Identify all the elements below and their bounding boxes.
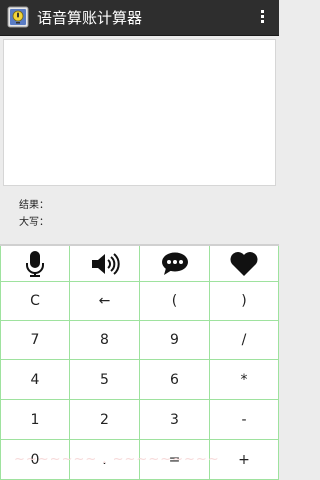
digit-6-button[interactable]: 6 <box>140 360 210 400</box>
decimal-point-button[interactable]: . <box>70 440 140 480</box>
digit-3-button[interactable]: 3 <box>140 400 210 440</box>
digit-1-button[interactable]: 1 <box>0 400 70 440</box>
microphone-icon <box>26 250 44 277</box>
plus-button[interactable]: + <box>210 440 279 480</box>
speaker-icon <box>91 252 120 275</box>
action-bar: 语音算账计算器 <box>0 0 279 36</box>
digit-4-button[interactable]: 4 <box>0 360 70 400</box>
close-paren-button[interactable]: ) <box>210 282 279 321</box>
result-label: 结果： <box>19 200 49 211</box>
calculator-app-icon[interactable] <box>7 6 29 28</box>
backspace-button[interactable]: ← <box>70 282 140 321</box>
divide-button[interactable]: / <box>210 321 279 360</box>
digit-2-button[interactable]: 2 <box>70 400 140 440</box>
uppercase-result-label: 大写： <box>19 217 49 228</box>
open-paren-button[interactable]: ( <box>140 282 210 321</box>
digit-0-button[interactable]: 0 <box>0 440 70 480</box>
keypad: C ←() 7 8 9/ 4 5 6 * 1 2 3- 0. = + <box>0 246 279 480</box>
digit-9-button[interactable]: 9 <box>140 321 210 360</box>
favorite-button[interactable] <box>210 246 279 282</box>
calculator-app: 语音算账计算器 结果： 大写： C ← () 7 8 9 / 4 5 6 * … <box>0 0 279 480</box>
heart-icon <box>230 251 258 276</box>
expression-input-area[interactable] <box>3 39 276 186</box>
app-title: 语音算账计算器 <box>37 9 143 27</box>
overflow-menu-icon[interactable] <box>259 10 265 26</box>
multiply-button[interactable]: * <box>210 360 279 400</box>
voice-input-button[interactable] <box>0 246 70 282</box>
chat-bubble-icon <box>161 252 188 275</box>
digit-8-button[interactable]: 8 <box>70 321 140 360</box>
speak-result-button[interactable] <box>70 246 140 282</box>
digit-7-button[interactable]: 7 <box>0 321 70 360</box>
equals-button[interactable]: = <box>140 440 210 480</box>
clear-button[interactable]: C <box>0 282 70 321</box>
message-button[interactable] <box>140 246 210 282</box>
minus-button[interactable]: - <box>210 400 279 440</box>
digit-5-button[interactable]: 5 <box>70 360 140 400</box>
